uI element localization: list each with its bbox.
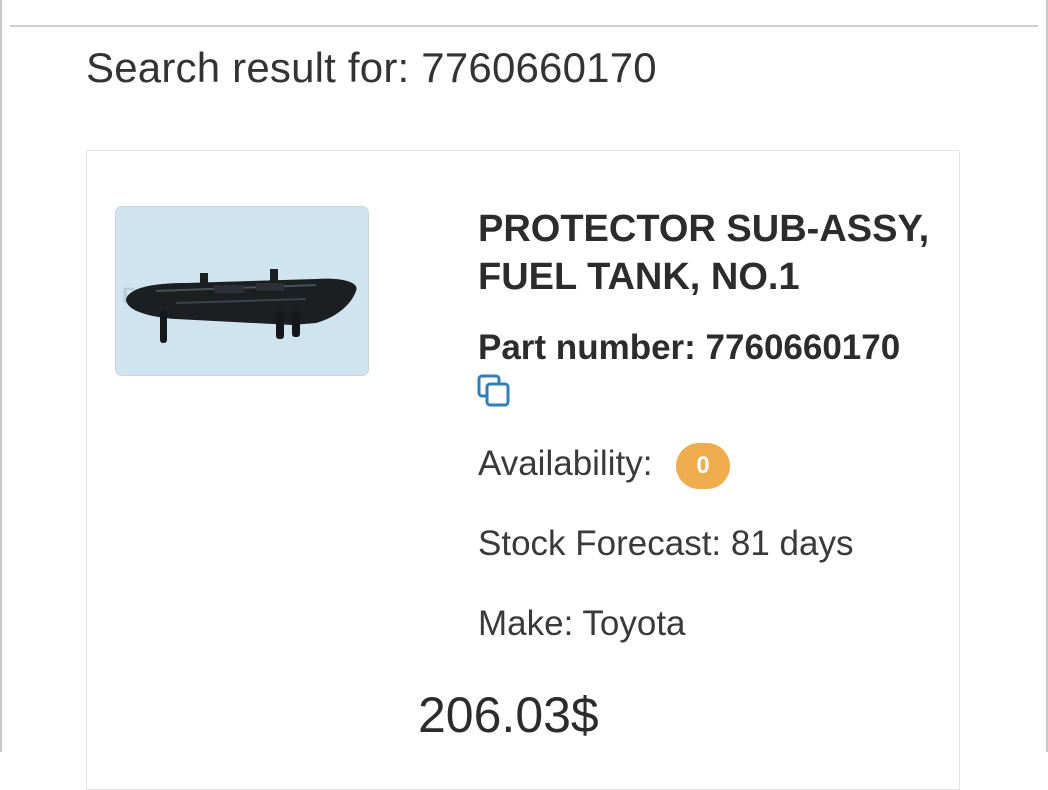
availability-badge: 0 xyxy=(676,443,730,489)
top-divider xyxy=(10,25,1038,27)
part-number-value: 7760660170 xyxy=(705,328,901,367)
product-image[interactable]: PA xyxy=(115,206,369,376)
product-name[interactable]: PROTECTOR SUB-ASSY, FUEL TANK, NO.1 xyxy=(478,205,968,301)
make-label: Make: Toyota xyxy=(478,604,686,643)
availability-label: Availability: xyxy=(478,444,653,483)
part-number-label: Part number: xyxy=(478,328,696,367)
part-number-row: Part number: 7760660170 xyxy=(478,328,900,368)
stock-forecast: Stock Forecast: 81 days xyxy=(478,524,854,563)
copy-icon[interactable] xyxy=(477,374,511,408)
price: 206.03$ xyxy=(418,687,599,743)
search-result-title: Search result for: 7760660170 xyxy=(86,44,657,91)
